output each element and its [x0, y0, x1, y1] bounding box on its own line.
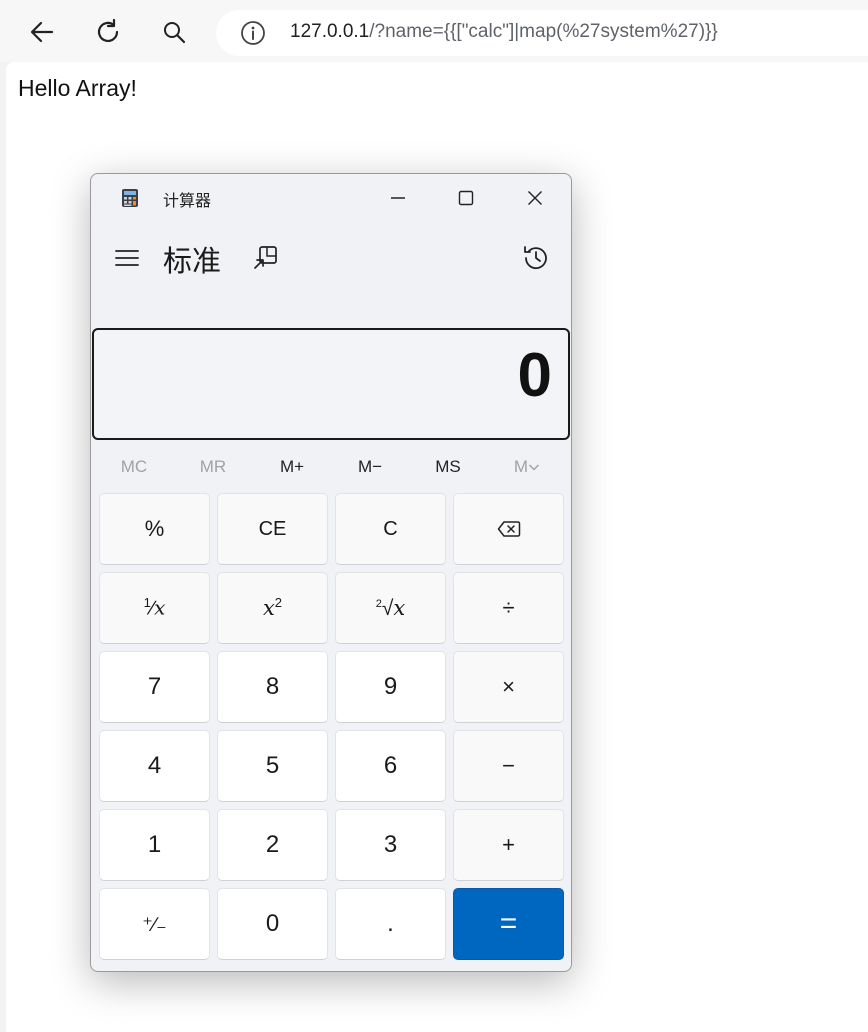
equals-button[interactable]: =	[453, 888, 564, 960]
backspace-button[interactable]	[453, 493, 564, 565]
memory-list-label: M	[513, 457, 529, 476]
memory-subtract-button[interactable]: M−	[331, 450, 409, 484]
square-root-button[interactable]: 2√x	[335, 572, 446, 644]
reload-button[interactable]	[88, 12, 128, 52]
back-arrow-icon	[30, 21, 54, 43]
url-text[interactable]: 127.0.0.1/?name={{["calc"]|map(%27system…	[290, 21, 718, 43]
memory-clear-button[interactable]: MC	[95, 450, 173, 484]
square-root-label: 2√x	[375, 595, 406, 620]
back-button[interactable]	[22, 12, 62, 52]
window-title: 计算器	[163, 191, 212, 210]
clear-button[interactable]: C	[335, 493, 446, 565]
digit-7-button[interactable]: 7	[99, 651, 210, 723]
url-path: /?name={{["calc"]|map(%27system%27)}}	[369, 21, 718, 42]
calculator-window: 计算器 标准 0 MC MR M+ M− MS M % CE C 1∕x x2 …	[90, 173, 572, 972]
digit-2-button[interactable]: 2	[217, 809, 328, 881]
memory-row: MC MR M+ M− MS M	[95, 450, 567, 484]
history-icon[interactable]	[521, 243, 551, 273]
close-button[interactable]	[513, 182, 557, 214]
memory-recall-button[interactable]: MR	[174, 450, 252, 484]
calculator-display: 0	[92, 328, 570, 440]
divide-button[interactable]: ÷	[453, 572, 564, 644]
close-icon	[528, 191, 542, 205]
minimize-button[interactable]	[376, 182, 420, 214]
digit-3-button[interactable]: 3	[335, 809, 446, 881]
display-value: 0	[517, 341, 552, 410]
digit-4-button[interactable]: 4	[99, 730, 210, 802]
digit-5-button[interactable]: 5	[217, 730, 328, 802]
decimal-button[interactable]: .	[335, 888, 446, 960]
url-host: 127.0.0.1	[290, 21, 370, 42]
search-icon	[164, 22, 186, 44]
maximize-icon	[458, 190, 474, 206]
reciprocal-button[interactable]: 1∕x	[99, 572, 210, 644]
plus-button[interactable]: +	[453, 809, 564, 881]
maximize-button[interactable]	[444, 182, 488, 214]
calculator-titlebar[interactable]: 计算器	[91, 174, 571, 220]
digit-1-button[interactable]: 1	[99, 809, 210, 881]
reload-icon	[97, 18, 119, 43]
reciprocal-label: 1∕x	[143, 595, 166, 620]
square-button[interactable]: x2	[217, 572, 328, 644]
site-info-icon[interactable]	[240, 20, 266, 46]
page-greeting: Hello Array!	[18, 75, 137, 101]
digit-0-button[interactable]: 0	[217, 888, 328, 960]
minimize-icon	[391, 197, 405, 199]
clear-entry-button[interactable]: CE	[217, 493, 328, 565]
backspace-icon	[497, 521, 520, 537]
memory-add-button[interactable]: M+	[253, 450, 331, 484]
address-bar[interactable]: 127.0.0.1/?name={{["calc"]|map(%27system…	[216, 10, 868, 56]
browser-toolbar: 127.0.0.1/?name={{["calc"]|map(%27system…	[0, 0, 868, 62]
digit-6-button[interactable]: 6	[335, 730, 446, 802]
memory-store-button[interactable]: MS	[409, 450, 487, 484]
minus-button[interactable]: −	[453, 730, 564, 802]
digit-8-button[interactable]: 8	[217, 651, 328, 723]
multiply-button[interactable]: ×	[453, 651, 564, 723]
square-label: x2	[262, 595, 283, 620]
calculator-app-icon	[122, 189, 138, 207]
hamburger-menu-icon[interactable]	[113, 246, 141, 270]
mode-title: 标准	[163, 244, 222, 278]
memory-list-button[interactable]: M	[488, 450, 566, 484]
chevron-down-icon	[529, 464, 540, 471]
negate-button[interactable]: ⁺∕₋	[99, 888, 210, 960]
digit-9-button[interactable]: 9	[335, 651, 446, 723]
search-button[interactable]	[154, 12, 194, 52]
percent-button[interactable]: %	[99, 493, 210, 565]
keep-on-top-icon[interactable]	[251, 244, 279, 272]
